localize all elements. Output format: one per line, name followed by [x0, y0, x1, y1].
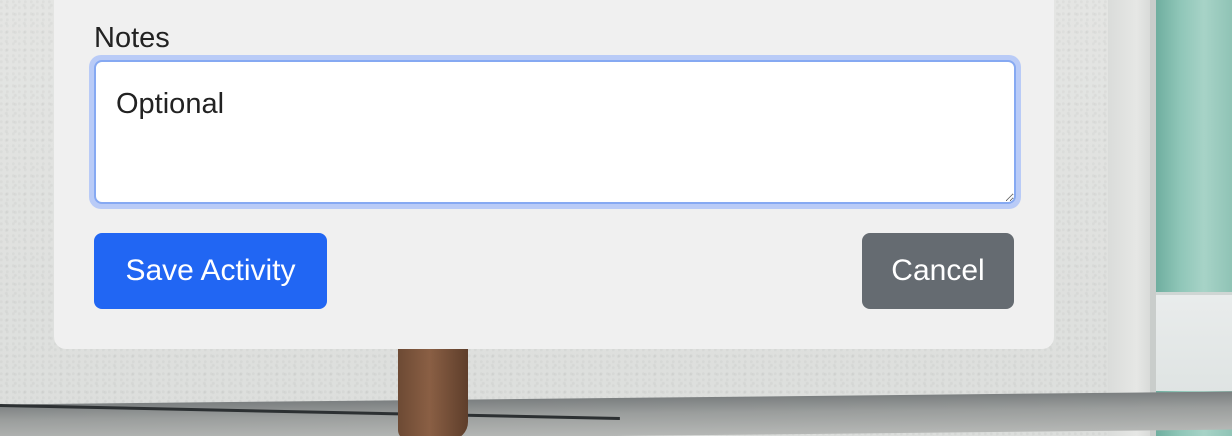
glass-frame: [1156, 292, 1232, 391]
ground: [0, 391, 1232, 436]
activity-form-card: Notes Optional Save Activity Cancel: [54, 0, 1054, 349]
notes-label: Notes: [94, 22, 170, 54]
cancel-button[interactable]: Cancel: [862, 233, 1014, 309]
notes-textarea[interactable]: Optional: [94, 60, 1016, 204]
save-activity-button[interactable]: Save Activity: [94, 233, 327, 309]
person-leg: [398, 340, 468, 436]
notes-focus-ring: Optional: [89, 55, 1021, 209]
wall-column: [1108, 0, 1156, 436]
